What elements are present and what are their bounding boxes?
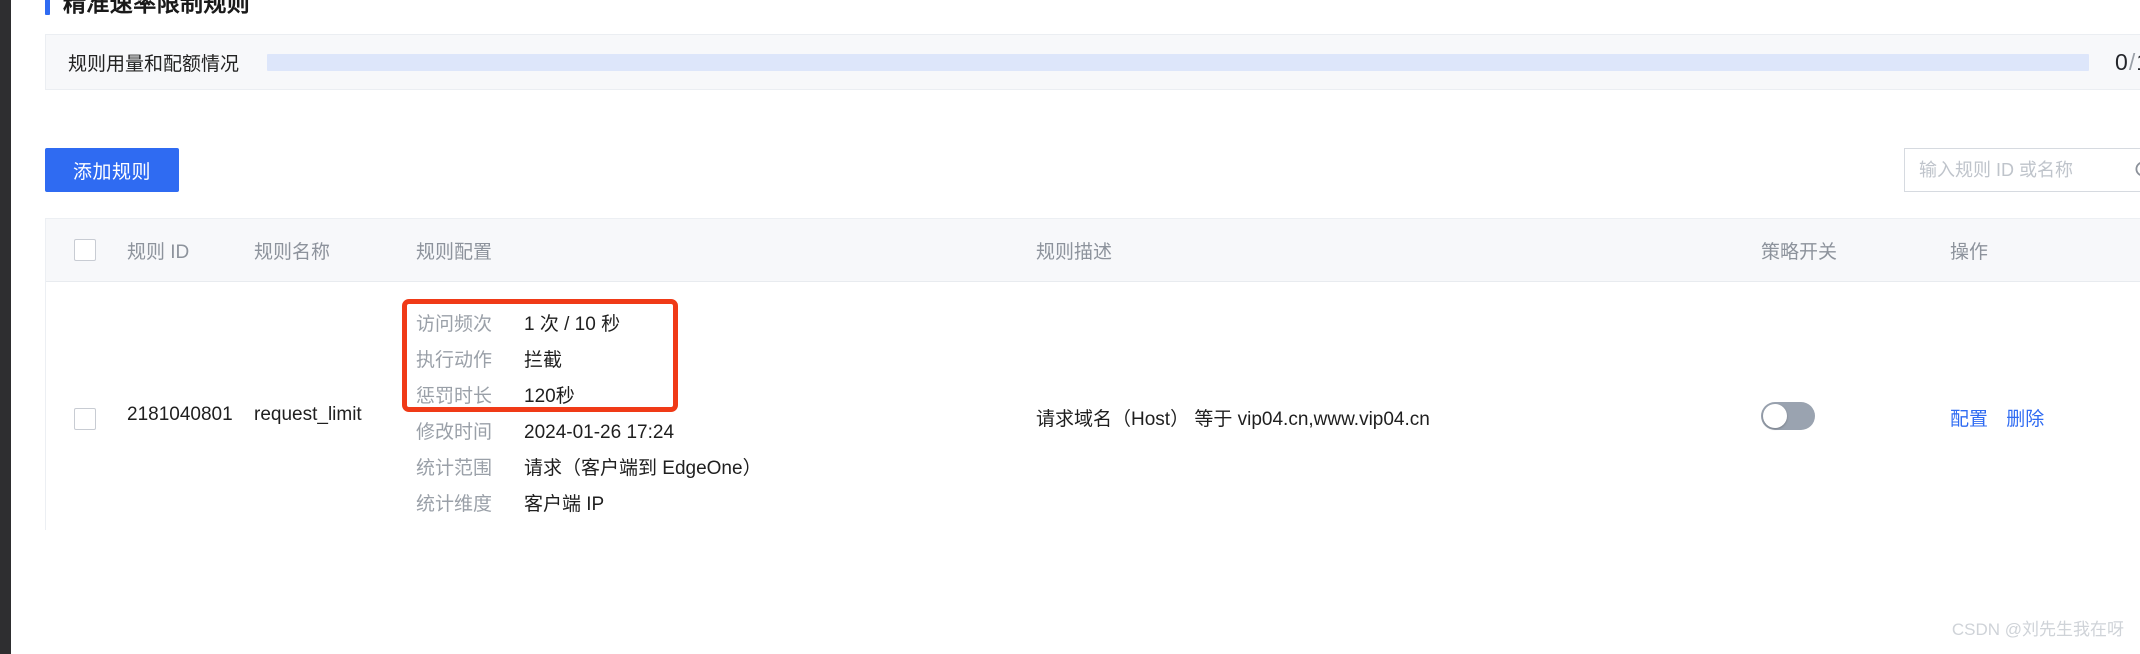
- config-value-action: 拦截: [524, 350, 563, 371]
- quota-total: 1: [2136, 49, 2140, 75]
- column-header-rule-config: 规则配置: [416, 241, 493, 263]
- config-key-modified-time: 修改时间: [416, 422, 493, 443]
- column-header-rule-name: 规则名称: [254, 241, 331, 263]
- row-select-checkbox[interactable]: [74, 408, 96, 430]
- search-input[interactable]: [1905, 149, 2129, 191]
- cell-rule-config: 访问频次 1 次 / 10 秒 执行动作 拦截 惩罚时长 120秒 修改时间 2…: [402, 282, 994, 530]
- title-accent-bar: [45, 0, 50, 15]
- config-key-statistic-scope: 统计范围: [416, 458, 493, 479]
- column-header-rule-description: 规则描述: [1036, 241, 1113, 263]
- table-header-row: 规则 ID 规则名称 规则配置 规则描述 策略开关 操作: [46, 218, 2140, 282]
- rule-description-text: 请求域名（Host） 等于 vip04.cn,www.vip04.cn: [1036, 409, 1430, 430]
- left-chrome-rail: [0, 0, 11, 654]
- configure-link[interactable]: 配置: [1950, 409, 1988, 430]
- config-key-penalty-duration: 惩罚时长: [416, 386, 493, 407]
- cell-rule-id: 2181040801: [127, 404, 233, 425]
- config-value-statistic-dimension: 客户端 IP: [524, 494, 605, 515]
- cell-rule-description: 请求域名（Host） 等于 vip04.cn,www.vip04.cn: [994, 282, 1714, 530]
- search-box[interactable]: [1904, 148, 2140, 192]
- config-value-access-frequency: 1 次 / 10 秒: [524, 314, 621, 335]
- page-title: 精准速率限制规则: [45, 0, 250, 20]
- select-all-cell: [46, 239, 104, 261]
- delete-link[interactable]: 删除: [2006, 409, 2044, 430]
- toolbar: 添加规则: [45, 148, 2140, 192]
- add-rule-button[interactable]: 添加规则: [45, 148, 179, 192]
- config-value-statistic-scope: 请求（客户端到 EdgeOne）: [524, 458, 762, 479]
- quota-label: 规则用量和配额情况: [68, 53, 240, 75]
- quota-used: 0: [2115, 48, 2129, 75]
- page-title-text: 精准速率限制规则: [63, 0, 251, 16]
- table-row: 2181040801 request_limit 访问频次 1 次 / 10 秒…: [46, 282, 2140, 530]
- select-all-checkbox[interactable]: [74, 239, 96, 261]
- quota-panel: 规则用量和配额情况 0/1: [45, 34, 2140, 90]
- column-header-policy-switch: 策略开关: [1761, 241, 1838, 263]
- policy-switch-toggle[interactable]: [1761, 402, 1815, 430]
- rule-config-list: 访问频次 1 次 / 10 秒 执行动作 拦截 惩罚时长 120秒 修改时间 2…: [416, 307, 994, 523]
- page-root: 精准速率限制规则 规则用量和配额情况 0/1 添加规则: [0, 0, 2140, 654]
- config-value-modified-time: 2024-01-26 17:24: [524, 422, 675, 443]
- quota-value: 0/1: [2115, 49, 2140, 76]
- config-key-access-frequency: 访问频次: [416, 314, 493, 335]
- quota-progress-bar: [267, 53, 2090, 71]
- row-select-cell: [46, 282, 104, 530]
- rule-config-block: 访问频次 1 次 / 10 秒 执行动作 拦截 惩罚时长 120秒 修改时间 2…: [402, 299, 994, 523]
- search-icon[interactable]: [2129, 149, 2140, 191]
- config-key-statistic-dimension: 统计维度: [416, 494, 493, 515]
- column-header-rule-id: 规则 ID: [127, 241, 190, 263]
- page-content: 精准速率限制规则 规则用量和配额情况 0/1 添加规则: [11, 0, 2140, 654]
- cell-policy-switch: [1714, 282, 1944, 530]
- rules-table: 规则 ID 规则名称 规则配置 规则描述 策略开关 操作 2181040801 …: [45, 218, 2140, 530]
- config-value-penalty-duration: 120秒: [524, 386, 575, 407]
- config-key-action: 执行动作: [416, 350, 493, 371]
- watermark: CSDN @刘先生我在呀: [1951, 620, 2124, 639]
- column-header-operations: 操作: [1950, 241, 1989, 263]
- cell-operations: 配置 删除: [1944, 282, 2140, 530]
- policy-switch-knob: [1763, 404, 1787, 428]
- cell-rule-name: request_limit: [254, 404, 362, 425]
